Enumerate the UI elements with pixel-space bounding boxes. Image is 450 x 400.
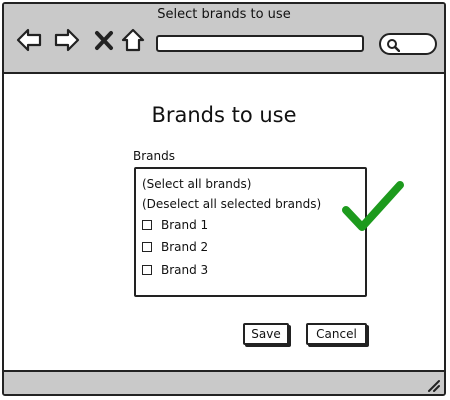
title-bar: Select brands to use (4, 4, 444, 74)
list-item[interactable]: Brand 1 (142, 217, 208, 233)
page-title: Brands to use (151, 103, 297, 127)
resize-grip-icon[interactable] (426, 377, 440, 392)
select-all-option[interactable]: (Select all brands) (142, 177, 251, 191)
deselect-all-option[interactable]: (Deselect all selected brands) (142, 197, 321, 211)
search-icon (386, 37, 401, 53)
brand-2-label: Brand 2 (161, 240, 209, 254)
brands-label: Brands (133, 149, 175, 163)
close-x-icon[interactable] (94, 27, 114, 53)
back-arrow-icon[interactable] (16, 27, 42, 53)
status-bar (4, 370, 444, 394)
brand-2-checkbox[interactable] (142, 242, 152, 252)
list-item[interactable]: Brand 3 (142, 262, 208, 278)
forward-arrow-icon[interactable] (54, 27, 80, 53)
save-button[interactable]: Save (243, 323, 289, 345)
window-title: Select brands to use (157, 7, 291, 22)
brand-1-label: Brand 1 (161, 218, 209, 232)
list-item[interactable]: Brand 2 (142, 239, 208, 255)
green-checkmark-icon (342, 180, 404, 232)
brand-3-label: Brand 3 (161, 263, 209, 277)
search-field[interactable] (379, 33, 437, 55)
browser-window: Select brands to use Brands to use Brand… (2, 2, 446, 396)
brand-3-checkbox[interactable] (142, 265, 152, 275)
brands-listbox[interactable]: (Select all brands) (Deselect all select… (134, 167, 367, 297)
address-bar[interactable] (156, 35, 364, 52)
cancel-button[interactable]: Cancel (306, 323, 367, 345)
brand-1-checkbox[interactable] (142, 220, 152, 230)
home-icon[interactable] (120, 27, 146, 53)
